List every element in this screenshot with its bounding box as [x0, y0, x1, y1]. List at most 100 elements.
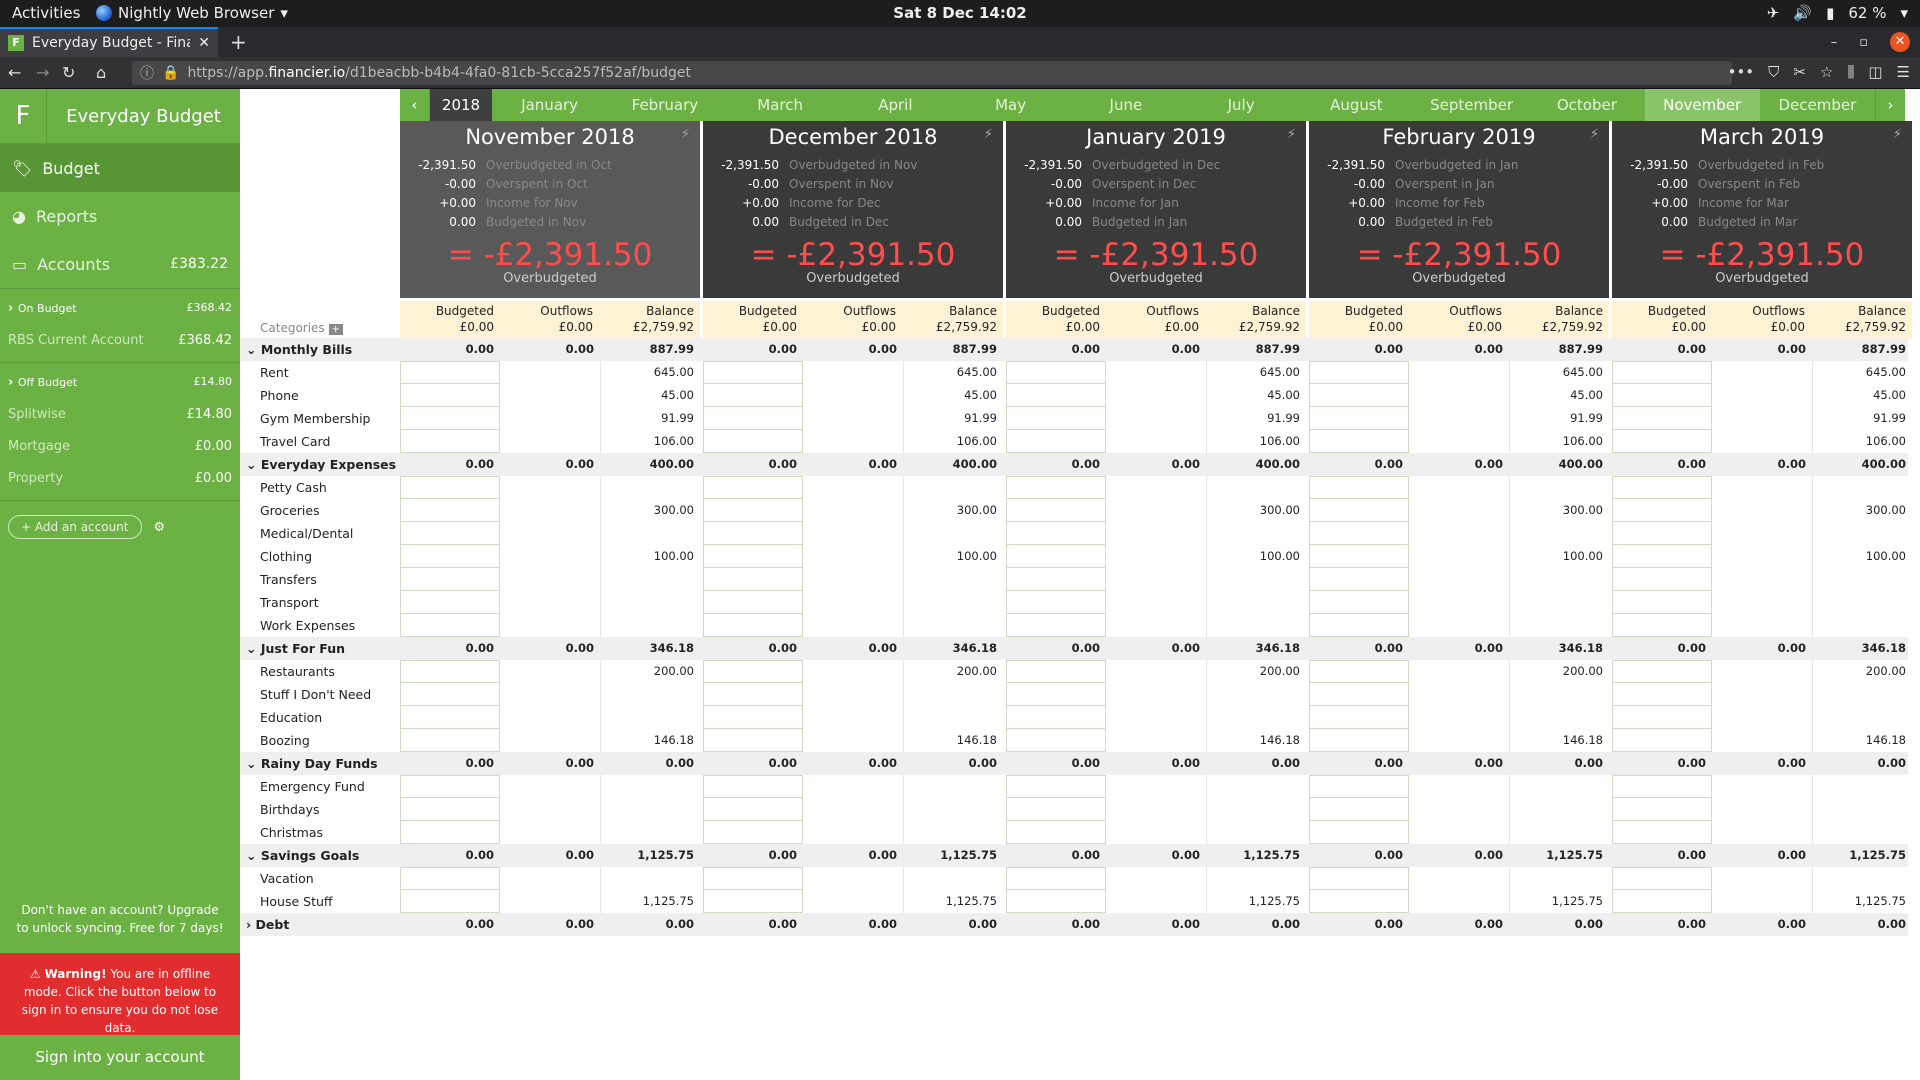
- budget-input[interactable]: [400, 867, 500, 890]
- budget-input[interactable]: [400, 821, 500, 844]
- budget-input[interactable]: [1309, 867, 1409, 890]
- budget-input[interactable]: [1309, 407, 1409, 430]
- budget-input[interactable]: [703, 614, 803, 637]
- budget-input[interactable]: [1309, 476, 1409, 499]
- budget-input[interactable]: [703, 568, 803, 591]
- group-name[interactable]: ⌄ Savings Goals: [246, 848, 359, 863]
- budget-input[interactable]: [400, 729, 500, 752]
- category-name[interactable]: Vacation: [260, 871, 314, 886]
- on-budget-header[interactable]: › On Budget £368.42: [8, 301, 232, 316]
- budget-input[interactable]: [1612, 591, 1712, 614]
- budget-input[interactable]: [703, 683, 803, 706]
- budget-input[interactable]: [1006, 821, 1106, 844]
- group-name[interactable]: ⌄ Everyday Expenses: [246, 457, 396, 472]
- month-nav-item[interactable]: November: [1644, 89, 1760, 121]
- sidebar-toggle-icon[interactable]: ◫: [1868, 63, 1882, 81]
- budget-input[interactable]: [1309, 706, 1409, 729]
- budget-input[interactable]: [400, 706, 500, 729]
- account-item[interactable]: RBS Current Account £368.42: [8, 324, 232, 356]
- budget-input[interactable]: [703, 545, 803, 568]
- budget-input[interactable]: [1309, 361, 1409, 384]
- chevron-down-icon[interactable]: ⌄: [246, 457, 261, 472]
- activities-button[interactable]: Activities: [12, 4, 80, 22]
- budget-input[interactable]: [1006, 683, 1106, 706]
- budget-input[interactable]: [703, 430, 803, 453]
- budget-input[interactable]: [1006, 798, 1106, 821]
- sign-in-button[interactable]: Sign into your account: [0, 1035, 240, 1080]
- sidebar-item-budget[interactable]: 🏷 Budget: [0, 144, 240, 192]
- budget-input[interactable]: [400, 591, 500, 614]
- budget-input[interactable]: [703, 729, 803, 752]
- budget-input[interactable]: [703, 476, 803, 499]
- budget-input[interactable]: [1006, 384, 1106, 407]
- pocket-icon[interactable]: ⛉: [1768, 63, 1779, 81]
- budget-input[interactable]: [703, 798, 803, 821]
- budget-input[interactable]: [400, 798, 500, 821]
- budget-input[interactable]: [1006, 476, 1106, 499]
- budget-input[interactable]: [1612, 476, 1712, 499]
- budget-input[interactable]: [1006, 660, 1106, 683]
- account-item[interactable]: Splitwise £14.80: [8, 398, 232, 430]
- budget-input[interactable]: [1309, 614, 1409, 637]
- category-name[interactable]: Medical/Dental: [260, 526, 353, 541]
- hamburger-menu-icon[interactable]: ☰: [1897, 63, 1910, 81]
- budget-input[interactable]: [1006, 568, 1106, 591]
- lightning-icon[interactable]: ⚡: [1590, 127, 1599, 142]
- back-icon[interactable]: ←: [8, 63, 21, 82]
- category-name[interactable]: Boozing: [260, 733, 310, 748]
- category-name[interactable]: Birthdays: [260, 802, 320, 817]
- prev-month-chevron-icon[interactable]: ‹: [400, 89, 430, 121]
- budget-input[interactable]: [1006, 729, 1106, 752]
- budget-input[interactable]: [1309, 499, 1409, 522]
- category-name[interactable]: Clothing: [260, 549, 312, 564]
- month-nav-item[interactable]: February: [607, 89, 722, 121]
- month-nav-item[interactable]: August: [1299, 89, 1414, 121]
- budget-input[interactable]: [1612, 361, 1712, 384]
- budget-input[interactable]: [400, 775, 500, 798]
- off-budget-header[interactable]: › Off Budget £14.80: [8, 375, 232, 390]
- budget-input[interactable]: [1612, 407, 1712, 430]
- group-name[interactable]: ⌄ Just For Fun: [246, 641, 345, 656]
- budget-input[interactable]: [703, 660, 803, 683]
- budget-input[interactable]: [1006, 545, 1106, 568]
- budget-input[interactable]: [400, 430, 500, 453]
- budget-input[interactable]: [1309, 522, 1409, 545]
- reload-icon[interactable]: ↻: [62, 63, 75, 82]
- budget-input[interactable]: [1309, 821, 1409, 844]
- budget-input[interactable]: [703, 384, 803, 407]
- close-tab-icon[interactable]: ✕: [198, 35, 210, 51]
- info-icon[interactable]: ⓘ: [140, 63, 154, 83]
- budget-input[interactable]: [703, 867, 803, 890]
- budget-input[interactable]: [1006, 499, 1106, 522]
- category-name[interactable]: House Stuff: [260, 894, 333, 909]
- year-label[interactable]: 2018: [430, 89, 492, 121]
- add-account-button[interactable]: + Add an account: [8, 515, 142, 539]
- chevron-down-icon[interactable]: ⌄: [246, 342, 261, 357]
- budget-input[interactable]: [1309, 729, 1409, 752]
- budget-input[interactable]: [1612, 499, 1712, 522]
- bookmark-star-icon[interactable]: ☆: [1820, 63, 1833, 81]
- category-name[interactable]: Transfers: [260, 572, 317, 587]
- financier-logo[interactable]: F: [0, 88, 47, 144]
- budget-input[interactable]: [703, 407, 803, 430]
- month-nav-item[interactable]: January: [492, 89, 607, 121]
- month-nav-item[interactable]: June: [1068, 89, 1183, 121]
- budget-input[interactable]: [703, 499, 803, 522]
- month-nav-item[interactable]: December: [1760, 89, 1875, 121]
- budget-input[interactable]: [400, 568, 500, 591]
- category-name[interactable]: Phone: [260, 388, 299, 403]
- budget-input[interactable]: [1612, 430, 1712, 453]
- category-name[interactable]: Restaurants: [260, 664, 335, 679]
- more-icon[interactable]: •••: [1728, 63, 1755, 81]
- budget-input[interactable]: [1309, 683, 1409, 706]
- sidebar-item-reports[interactable]: ◕ Reports: [0, 192, 240, 240]
- month-nav-item[interactable]: September: [1414, 89, 1529, 121]
- home-icon[interactable]: ⌂: [96, 63, 106, 82]
- category-name[interactable]: Petty Cash: [260, 480, 327, 495]
- budget-input[interactable]: [1006, 430, 1106, 453]
- library-icon[interactable]: ⫼: [1847, 63, 1854, 81]
- screenshot-icon[interactable]: ✂: [1793, 63, 1806, 81]
- budget-input[interactable]: [400, 614, 500, 637]
- app-menu[interactable]: Nightly Web Browser ▾: [96, 4, 288, 22]
- budget-input[interactable]: [1006, 591, 1106, 614]
